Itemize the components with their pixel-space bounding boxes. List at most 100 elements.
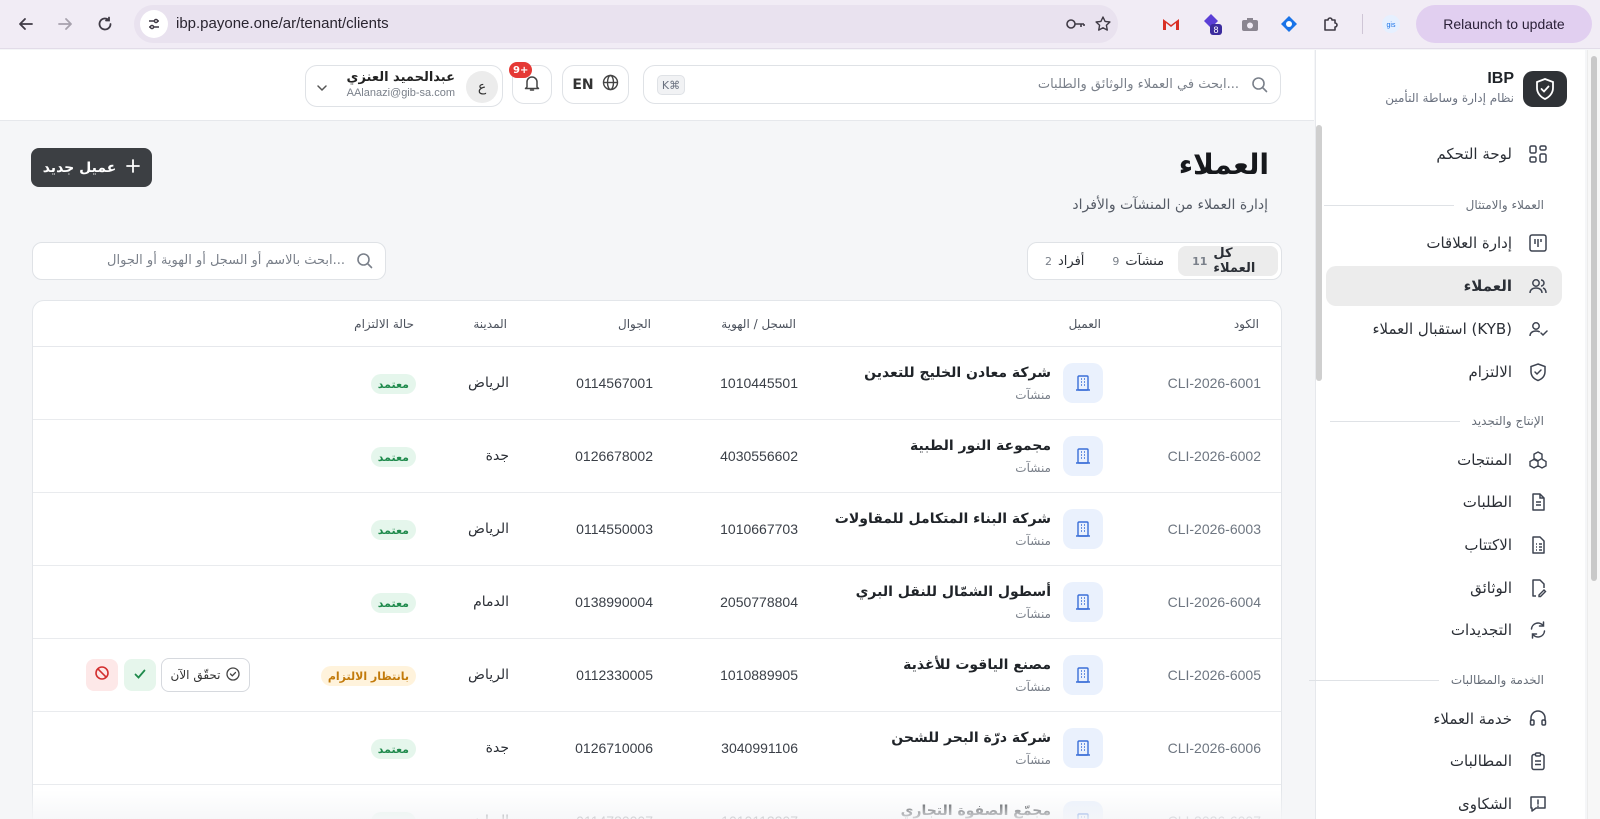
sidebar-item-label: الاكتتاب [1464, 536, 1512, 554]
sidebar-item-label: المطالبات [1449, 752, 1512, 770]
status-badge: معتمد [370, 374, 416, 394]
sidebar-item-label: المنتجات [1457, 451, 1512, 469]
sidebar-item-underwriting[interactable]: الاكتتاب [1326, 525, 1562, 565]
new-client-button[interactable]: عميل جديد [31, 148, 152, 187]
sidebar-item-renewals[interactable]: التجديدات [1326, 610, 1562, 650]
client-name[interactable]: شركة درّة البحر للشحن [891, 730, 1051, 746]
sidebar-group-label: الخدمة والمطالبات [1450, 673, 1544, 687]
status-badge: معتمد [370, 739, 416, 759]
user-menu[interactable]: ع عبدالحميد العنزي AAlanazi@gib-sa.com [305, 65, 503, 107]
tab-count: 9 [1112, 254, 1120, 268]
camera-extension-icon[interactable] [1239, 13, 1261, 35]
client-mobile: 0114550003 [576, 521, 653, 537]
approve-button[interactable] [124, 659, 156, 691]
sidebar-item-label: إدارة العلاقات [1426, 234, 1512, 252]
sidebar-item-complaints[interactable]: الشكاوى [1326, 784, 1562, 819]
puzzle-extensions-icon[interactable] [1320, 13, 1342, 35]
tab-individuals[interactable]: أفراد 2 [1031, 246, 1098, 276]
client-registration: 2050778804 [720, 594, 798, 610]
client-name[interactable]: أسطول الشمّال للنقل البري [856, 584, 1051, 600]
address-bar[interactable]: ibp.payone.one/ar/tenant/clients [134, 5, 1118, 43]
sidebar-item-label: لوحة التحكم [1436, 145, 1512, 163]
content-scrollbar[interactable] [1316, 125, 1322, 381]
extension-icon[interactable]: 8 [1200, 13, 1222, 35]
tag-extension-icon[interactable] [1278, 13, 1300, 35]
forward-icon[interactable] [53, 12, 77, 36]
reload-icon[interactable] [93, 12, 117, 36]
scroll-fade [0, 790, 1314, 819]
language-switch-button[interactable]: EN [562, 65, 629, 104]
tab-establishments[interactable]: منشآت 9 [1098, 246, 1178, 276]
client-name[interactable]: شركة معادن الخليج للتعدين [864, 365, 1051, 381]
language-label: EN [572, 76, 594, 93]
sidebar-item-claims[interactable]: المطالبات [1326, 741, 1562, 781]
back-icon[interactable] [14, 12, 38, 36]
client-code[interactable]: CLI-2026-6002 [1168, 448, 1261, 464]
relaunch-button[interactable]: Relaunch to update [1416, 5, 1592, 43]
client-type: منشآت [1015, 753, 1051, 767]
client-search-input[interactable]: ابحث بالاسم أو السجل أو الهوية أو الجوال… [32, 242, 386, 280]
client-code[interactable]: CLI-2026-6006 [1168, 740, 1261, 756]
verify-now-button[interactable]: تحقّق الآن [161, 658, 250, 692]
notifications-count-badge: 9+ [509, 62, 533, 78]
profile-icon[interactable]: gis [1380, 13, 1402, 35]
sidebar-group-clients: العملاء والامتثال [1323, 198, 1544, 212]
table-row[interactable]: CLI-2026-6004 أسطول الشمّال للنقل البري من… [33, 566, 1281, 639]
client-code[interactable]: CLI-2026-6001 [1168, 375, 1261, 391]
table-row[interactable]: CLI-2026-6001 شركة معادن الخليج للتعدين من… [33, 347, 1281, 420]
client-code[interactable]: CLI-2026-6005 [1168, 667, 1261, 683]
sidebar-item-kyb[interactable]: استقبال العملاء (KYB) [1326, 309, 1562, 349]
boxes-icon [1526, 448, 1550, 472]
sidebar-group-production: الإنتاج والتجديد [1329, 414, 1544, 428]
client-name[interactable]: مجموعة النور الطبية [910, 438, 1051, 454]
site-settings-icon[interactable] [140, 10, 168, 38]
sidebar-item-requests[interactable]: الطلبات [1326, 482, 1562, 522]
sidebar-item-compliance[interactable]: الالتزام [1326, 352, 1562, 392]
client-city: الرياض [468, 375, 509, 391]
plus-icon [126, 158, 141, 177]
client-registration: 3040991106 [721, 740, 798, 756]
sidebar-item-label: الشكاوى [1458, 795, 1512, 813]
client-type-tabs: كل العملاء 11 منشآت 9 أفراد 2 [1027, 242, 1282, 280]
file-text-icon [1526, 490, 1550, 514]
table-row[interactable]: CLI-2026-6005 مصنع الياقوت للأغذية منشآت 10… [33, 639, 1281, 712]
table-row[interactable]: CLI-2026-6002 مجموعة النور الطبية منشآت 403… [33, 420, 1281, 493]
users-icon [1526, 274, 1550, 298]
tab-all-clients[interactable]: كل العملاء 11 [1178, 246, 1278, 276]
globe-icon [602, 74, 619, 95]
sidebar-item-documents[interactable]: الوثائق [1326, 568, 1562, 608]
global-search-input[interactable]: ابحث في العملاء والوثائق والطلبات... K⌘ [643, 65, 1281, 104]
table-row[interactable]: CLI-2026-6003 شركة البناء المتكامل للمقاو… [33, 493, 1281, 566]
sidebar-item-products[interactable]: المنتجات [1326, 440, 1562, 480]
check-circle-icon [226, 666, 241, 684]
sidebar-item-customer-service[interactable]: خدمة العملاء [1326, 699, 1562, 739]
client-name[interactable]: شركة البناء المتكامل للمقاولات [835, 511, 1051, 527]
gmail-extension-icon[interactable] [1160, 13, 1182, 35]
sidebar-scrollbar[interactable] [1587, 50, 1600, 819]
sidebar-item-label: العملاء [1463, 277, 1512, 295]
table-row[interactable]: CLI-2026-6006 شركة درّة البحر للشحن منشآت 3… [33, 712, 1281, 785]
password-key-icon[interactable] [1066, 14, 1086, 34]
status-badge: بانتظار الالتزام [320, 666, 416, 686]
sidebar-item-dashboard[interactable]: لوحة التحكم [1326, 134, 1562, 174]
svg-text:8: 8 [1213, 25, 1218, 35]
client-name[interactable]: مصنع الياقوت للأغذية [903, 657, 1051, 673]
building-icon [1063, 582, 1103, 622]
client-search-placeholder: ابحث بالاسم أو السجل أو الهوية أو الجوال… [107, 253, 345, 268]
avatar: ع [466, 71, 498, 103]
tab-count: 2 [1045, 254, 1052, 268]
column-header-reg: السجل / الهوية [721, 317, 796, 331]
sidebar-item-clients[interactable]: العملاء [1326, 266, 1562, 306]
brand-name: IBP [1487, 70, 1514, 87]
client-code[interactable]: CLI-2026-6003 [1168, 521, 1261, 537]
file-edit-icon [1526, 576, 1550, 600]
sidebar-item-label: الطلبات [1462, 493, 1512, 511]
client-type: منشآت [1015, 388, 1051, 402]
ban-icon [94, 665, 110, 685]
client-code[interactable]: CLI-2026-6004 [1168, 594, 1261, 610]
reject-button[interactable] [86, 659, 118, 691]
sidebar-group-label: العملاء والامتثال [1465, 198, 1544, 212]
url-text: ibp.payone.one/ar/tenant/clients [176, 15, 389, 32]
sidebar-item-relationships[interactable]: إدارة العلاقات [1326, 223, 1562, 263]
bookmark-star-icon[interactable] [1093, 14, 1113, 34]
